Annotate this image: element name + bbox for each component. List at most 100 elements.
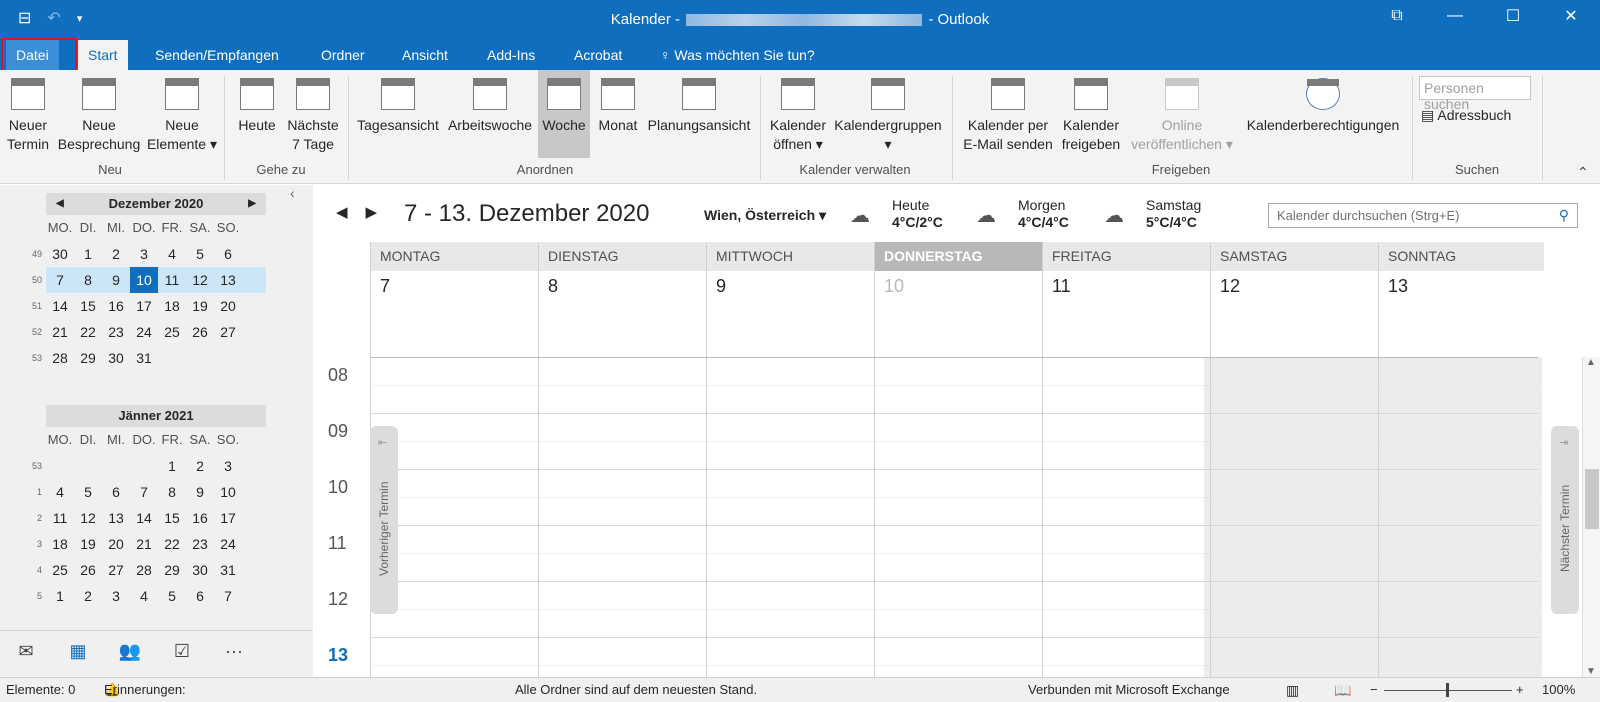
day-cell[interactable]: 17 — [130, 293, 158, 319]
day-cell[interactable]: 8 — [74, 267, 102, 293]
day-cell[interactable]: 8 — [158, 479, 186, 505]
day-cell[interactable]: 28 — [130, 557, 158, 583]
normal-view-icon[interactable]: ▥ — [1286, 678, 1299, 702]
publish-online-button[interactable]: Online veröffentlichen ▾ — [1126, 70, 1238, 154]
open-calendar-button[interactable]: Kalender öffnen ▾ — [766, 70, 830, 154]
calendar-search-input[interactable]: Kalender durchsuchen (Strg+E) ⚲ — [1268, 203, 1578, 228]
tab-acrobat[interactable]: Acrobat — [564, 40, 632, 70]
day-header[interactable]: MONTAG — [370, 242, 538, 271]
day-header[interactable]: DONNERSTAG — [874, 242, 1042, 271]
day-cell[interactable]: 5 — [74, 479, 102, 505]
day-cell[interactable]: 31 — [130, 345, 158, 371]
weather-tomorrow[interactable]: Morgen 4°C/4°C — [1018, 197, 1069, 231]
day-cell[interactable]: 19 — [74, 531, 102, 557]
day-cell[interactable]: 30 — [102, 345, 130, 371]
day-cell[interactable]: 1 — [74, 241, 102, 267]
day-cell[interactable]: 1 — [158, 453, 186, 479]
day-header[interactable]: SAMSTAG — [1210, 242, 1378, 271]
day-cell[interactable]: 7 — [46, 267, 74, 293]
day-number[interactable]: 7 — [380, 276, 390, 297]
scroll-down-icon[interactable]: ▼ — [1586, 666, 1596, 677]
day-number[interactable]: 8 — [548, 276, 558, 297]
location-selector[interactable]: Wien, Österreich ▾ — [704, 207, 826, 224]
calendar-permissions-button[interactable]: Kalenderberechtigungen — [1240, 70, 1406, 135]
tab-ansicht[interactable]: Ansicht — [392, 40, 458, 70]
new-items-button[interactable]: Neue Elemente ▾ — [146, 70, 218, 154]
day-cell[interactable]: 6 — [102, 479, 130, 505]
day-cell[interactable]: 12 — [186, 267, 214, 293]
weather-today[interactable]: Heute 4°C/2°C — [892, 197, 943, 231]
day-cell[interactable]: 30 — [186, 557, 214, 583]
day-header[interactable]: SONNTAG — [1378, 242, 1544, 271]
mail-icon[interactable]: ✉ — [0, 631, 52, 670]
search-icon[interactable]: ⚲ — [1559, 207, 1569, 224]
previous-appointment-tab[interactable]: ⇤ Vorheriger Termin — [370, 426, 398, 614]
day-cell[interactable]: 11 — [158, 267, 186, 293]
day-cell[interactable]: 16 — [186, 505, 214, 531]
day-cell[interactable]: 20 — [214, 293, 242, 319]
day-cell[interactable]: 10 — [214, 479, 242, 505]
day-header[interactable]: FREITAG — [1042, 242, 1210, 271]
maximize-button[interactable]: ☐ — [1484, 0, 1542, 32]
day-number[interactable]: 11 — [1052, 276, 1071, 297]
day-cell[interactable]: 17 — [214, 505, 242, 531]
email-calendar-button[interactable]: Kalender per E-Mail senden — [958, 70, 1058, 154]
day-cell[interactable]: 7 — [130, 479, 158, 505]
day-cell[interactable]: 19 — [186, 293, 214, 319]
scroll-thumb[interactable] — [1585, 469, 1599, 529]
day-cell[interactable]: 14 — [130, 505, 158, 531]
day-cell[interactable]: 24 — [214, 531, 242, 557]
day-number[interactable]: 13 — [1388, 276, 1408, 297]
day-cell[interactable]: 4 — [130, 583, 158, 609]
next-week-icon[interactable]: ▶ — [366, 203, 378, 221]
tasks-icon[interactable]: ☑ — [156, 631, 208, 670]
week-view-button[interactable]: Woche — [538, 70, 590, 158]
reading-view-icon[interactable]: 📖 — [1334, 678, 1351, 702]
day-cell[interactable]: 25 — [158, 319, 186, 345]
day-cell[interactable]: 23 — [186, 531, 214, 557]
day-cell[interactable]: 5 — [158, 583, 186, 609]
day-cell[interactable]: 11 — [46, 505, 74, 531]
day-cell[interactable]: 18 — [46, 531, 74, 557]
scroll-up-icon[interactable]: ▲ — [1586, 357, 1596, 368]
day-cell[interactable]: 24 — [130, 319, 158, 345]
day-cell[interactable]: 7 — [214, 583, 242, 609]
calendar-icon[interactable]: ▦ — [52, 631, 104, 670]
tell-me-box[interactable]: ♀ Was möchten Sie tun? — [650, 40, 825, 70]
day-cell[interactable]: 3 — [102, 583, 130, 609]
day-cell[interactable]: 26 — [74, 557, 102, 583]
people-search-input[interactable]: Personen suchen — [1419, 76, 1531, 112]
minimize-button[interactable]: — — [1426, 0, 1484, 32]
day-cell[interactable]: 2 — [102, 241, 130, 267]
close-button[interactable]: ✕ — [1542, 0, 1600, 32]
day-cell[interactable]: 18 — [158, 293, 186, 319]
tab-start[interactable]: Start — [78, 40, 128, 70]
day-view-button[interactable]: Tagesansicht — [356, 70, 440, 135]
day-cell[interactable]: 2 — [74, 583, 102, 609]
day-cell[interactable]: 22 — [74, 319, 102, 345]
day-cell[interactable]: 31 — [214, 557, 242, 583]
day-cell[interactable]: 1 — [46, 583, 74, 609]
day-cell[interactable]: 15 — [158, 505, 186, 531]
tab-add-ins[interactable]: Add-Ins — [477, 40, 545, 70]
address-book-button[interactable]: ▤ Adressbuch — [1421, 107, 1511, 124]
day-cell[interactable]: 4 — [46, 479, 74, 505]
day-cell[interactable]: 30 — [46, 241, 74, 267]
day-header[interactable]: MITTWOCH — [706, 242, 874, 271]
prev-month-icon[interactable]: ◀ — [56, 193, 64, 215]
day-cell[interactable]: 21 — [46, 319, 74, 345]
day-cell[interactable]: 12 — [74, 505, 102, 531]
day-cell[interactable]: 15 — [74, 293, 102, 319]
vertical-scrollbar[interactable]: ▲ ▼ — [1582, 357, 1600, 677]
day-number[interactable]: 12 — [1220, 276, 1240, 297]
day-cell[interactable]: 21 — [130, 531, 158, 557]
day-cell[interactable]: 16 — [102, 293, 130, 319]
zoom-thumb[interactable] — [1446, 683, 1449, 697]
previous-week-icon[interactable]: ◀ — [336, 203, 348, 221]
new-appointment-button[interactable]: Neuer Termin — [4, 70, 52, 154]
day-cell[interactable]: 9 — [186, 479, 214, 505]
collapse-pane-icon[interactable]: ‹ — [290, 185, 295, 201]
day-cell[interactable]: 13 — [102, 505, 130, 531]
tab-senden-empfangen[interactable]: Senden/Empfangen — [145, 40, 289, 70]
next-appointment-tab[interactable]: ⇥ Nächster Termin — [1551, 426, 1579, 614]
